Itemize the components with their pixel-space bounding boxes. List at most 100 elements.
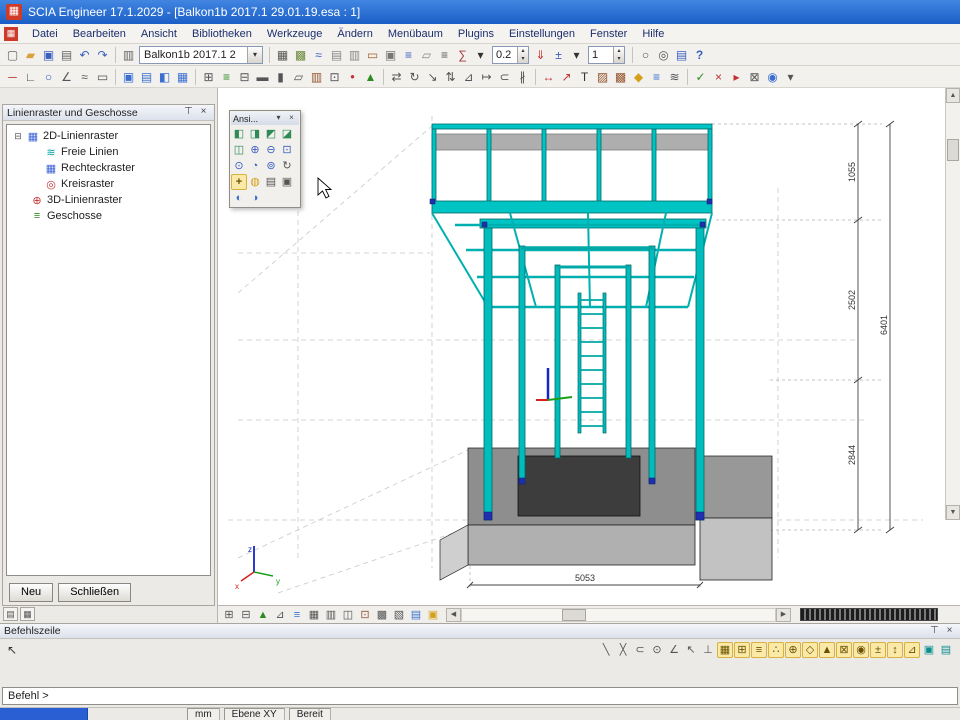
menu-einstellungen[interactable]: Einstellungen [502,26,582,42]
view-axo-icon[interactable]: ◪ [279,126,295,142]
dock-tab-linienraster-icon[interactable]: ▤ [3,607,18,621]
command-input[interactable]: Befehl > [2,687,958,705]
mirror-icon[interactable]: ◧ [156,68,173,85]
snap-ortho-icon[interactable]: ◇ [802,642,818,658]
circle-icon[interactable]: ○ [40,68,57,85]
view-top-icon[interactable]: ◧ [231,126,247,142]
snap-settings-icon[interactable]: ▤ [938,642,954,658]
display-dropdown-icon[interactable]: ▾ [568,46,585,63]
report-icon[interactable]: ▭ [364,46,381,63]
calculation-icon[interactable]: ▦ [274,46,291,63]
snap-center-icon[interactable]: ◉ [853,642,869,658]
light-icon[interactable]: ◍ [247,174,263,190]
render-icon[interactable]: ▧ [391,607,407,623]
copy-icon[interactable]: ▣ [120,68,137,85]
pin-icon[interactable]: ⊤ [928,625,941,638]
document-icon[interactable]: ▱ [418,46,435,63]
redo-icon[interactable]: ↷ [94,46,111,63]
tree-item-rechteckraster[interactable]: ▦ Rechteckraster [7,160,210,176]
extend-icon[interactable]: ↦ [478,68,495,85]
dimension-icon[interactable]: ↔ [540,68,557,85]
menu-aendern[interactable]: Ändern [330,26,379,42]
scroll-down-icon[interactable]: ▼ [946,505,960,520]
properties-icon[interactable]: ≋ [666,68,683,85]
summary-icon[interactable]: ∑ [454,46,471,63]
menu-menuebaum[interactable]: Menübaum [381,26,450,42]
fit-view-icon[interactable]: ◎ [655,46,672,63]
open-icon[interactable]: ▰ [22,46,39,63]
snap-arc-icon[interactable]: ⊂ [632,642,648,658]
close-icon[interactable]: × [286,113,297,124]
menu-werkzeuge[interactable]: Werkzeuge [260,26,329,42]
hatch-icon[interactable]: ▨ [594,68,611,85]
close-window-icon[interactable]: ▥ [120,46,137,63]
layers-icon[interactable]: ≡ [436,46,453,63]
rectangle-icon[interactable]: ▭ [94,68,111,85]
zoom-in-icon[interactable]: ⊕ [247,142,263,158]
zoom-window-icon[interactable]: ⊡ [279,142,295,158]
floating-toolbar-titlebar[interactable]: Ansi... ▾ × [231,112,299,125]
wall-icon[interactable]: ▥ [308,68,325,85]
load-arrow-icon[interactable]: ⇓ [532,46,549,63]
snap-intersection-icon[interactable]: ⊠ [836,642,852,658]
horizontal-scroll-thumb[interactable] [562,609,586,621]
snap-node-icon[interactable]: ∴ [768,642,784,658]
panel-title-bar[interactable]: Linienraster und Geschosse ⊤ × [3,105,214,121]
clip-box-icon[interactable]: ◫ [340,607,356,623]
tree-item-3d-linienraster[interactable]: ⊕ 3D-Linienraster [7,192,210,208]
tree-item-2d-linienraster[interactable]: ⊟ ▦ 2D-Linienraster [7,128,210,144]
view-side-icon[interactable]: ◩ [263,126,279,142]
close-icon[interactable]: × [197,106,210,119]
view-settings-icon[interactable]: ◑ [247,190,263,206]
hatch-display-icon[interactable]: ▩ [374,607,390,623]
lock-icon[interactable]: ⊠ [746,68,763,85]
steel-check-icon[interactable]: ▤ [328,46,345,63]
menu-bibliotheken[interactable]: Bibliotheken [185,26,259,42]
snap-endpoint-icon[interactable]: ⊕ [785,642,801,658]
snap-cross-icon[interactable]: ╳ [615,642,631,658]
scale-icon[interactable]: ↘ [424,68,441,85]
vertical-scrollbar[interactable]: ▲ ▼ [945,88,960,520]
menu-fenster[interactable]: Fenster [583,26,634,42]
leader-icon[interactable]: ↗ [558,68,575,85]
storey-icon[interactable]: ≡ [218,68,235,85]
vertical-scroll-track[interactable] [946,103,960,505]
scroll-right-icon[interactable]: ▶ [776,608,791,622]
named-view-icon[interactable]: ◐ [231,190,247,206]
work-plane-icon[interactable]: ⊟ [238,607,254,623]
snap-cursor-icon[interactable]: ↖ [683,642,699,658]
menu-ansicht[interactable]: Ansicht [134,26,184,42]
spinner-up-icon[interactable]: ▴ [614,47,624,55]
dock-tab-secondary-icon[interactable]: ▦ [20,607,35,621]
zoom-tool-icon[interactable]: ○ [637,46,654,63]
menu-plugins[interactable]: Plugins [451,26,501,42]
structure-drawing[interactable]: z x y 1055 2502 2844 6401 5053 [218,88,945,605]
concrete-check-icon[interactable]: ▥ [346,46,363,63]
tree-item-kreisraster[interactable]: ◎ Kreisraster [7,176,210,192]
snap-line-icon[interactable]: ╲ [598,642,614,658]
grid-icon[interactable]: ⊞ [200,68,217,85]
scroll-up-icon[interactable]: ▲ [946,88,960,103]
vertical-scroll-thumb[interactable] [947,139,959,161]
opening-icon[interactable]: ⊡ [326,68,343,85]
flag-icon[interactable]: ▸ [728,68,745,85]
new-project-icon[interactable]: ▢ [4,46,21,63]
spinner-down-icon[interactable]: ▾ [614,55,624,63]
accept-icon[interactable]: ✓ [692,68,709,85]
text-icon[interactable]: T [576,68,593,85]
neu-button[interactable]: Neu [9,583,53,602]
model-viewport[interactable]: z x y 1055 2502 2844 6401 5053 [218,88,960,623]
close-icon[interactable]: × [943,625,956,638]
undo-icon[interactable]: ↶ [76,46,93,63]
combination-icon[interactable]: ± [550,46,567,63]
snap-edge-icon[interactable]: ⊿ [904,642,920,658]
spline-icon[interactable]: ≈ [76,68,93,85]
snap-midpoint-icon[interactable]: ≡ [751,642,767,658]
layers-display-icon[interactable]: ≡ [289,607,305,623]
snap-angle-icon[interactable]: ∠ [666,642,682,658]
print-icon[interactable]: ▤ [58,46,75,63]
plate-icon[interactable]: ▱ [290,68,307,85]
activity-icon[interactable]: ⊡ [357,607,373,623]
spinner-up-icon[interactable]: ▴ [518,47,528,55]
rotate-view-icon[interactable]: ↻ [279,158,295,174]
